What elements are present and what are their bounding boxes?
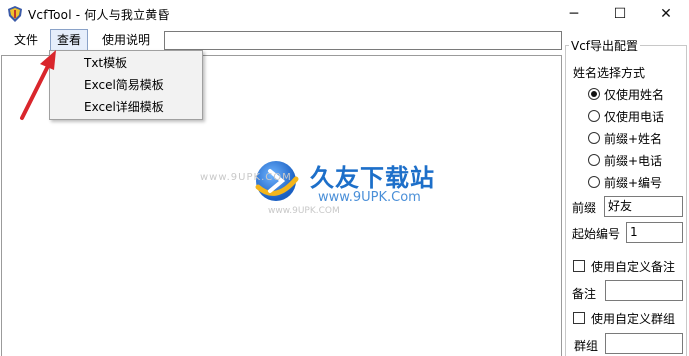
app-shield-icon xyxy=(8,6,22,22)
checkbox-icon xyxy=(573,312,585,324)
file-path-field[interactable] xyxy=(164,31,562,50)
radio-phone-only[interactable]: 仅使用电话 xyxy=(588,108,664,124)
window-title: VcfTool - 何人与我立黄昏 xyxy=(28,8,170,22)
radio-prefix-phone[interactable]: 前缀+电话 xyxy=(588,152,662,168)
menu-help[interactable]: 使用说明 xyxy=(96,30,156,50)
red-arrow-icon xyxy=(20,50,56,120)
custom-note-checkbox[interactable]: 使用自定义备注 xyxy=(573,258,675,274)
minimize-button[interactable]: ─ xyxy=(551,0,597,28)
group-label: 群组 xyxy=(574,339,599,353)
custom-group-checkbox[interactable]: 使用自定义群组 xyxy=(573,310,675,326)
radio-name-only[interactable]: 仅使用姓名 xyxy=(588,86,664,102)
radio-icon xyxy=(588,176,600,188)
start-number-label: 起始编号 xyxy=(572,227,621,241)
name-mode-label: 姓名选择方式 xyxy=(573,66,646,80)
watermark-url: www.9UPK.Com xyxy=(318,190,421,205)
minimize-icon: ─ xyxy=(569,6,579,22)
radio-selected-icon xyxy=(588,88,600,100)
watermark-url-left: www.9UPK.COM xyxy=(200,172,292,183)
radio-prefix-name[interactable]: 前缀+姓名 xyxy=(588,130,662,146)
maximize-button[interactable]: ☐ xyxy=(597,0,643,28)
note-input[interactable] xyxy=(605,280,683,301)
note-label: 备注 xyxy=(572,287,597,301)
menu-file[interactable]: 文件 xyxy=(8,30,44,50)
radio-prefix-number[interactable]: 前缀+编号 xyxy=(588,174,662,190)
title-bar: VcfTool - 何人与我立黄昏 ─ ☐ ✕ xyxy=(0,0,689,28)
menu-bar: 文件 查看 使用说明 xyxy=(0,28,563,52)
radio-icon xyxy=(588,110,600,122)
panel-title: Vcf导出配置 xyxy=(569,37,641,54)
watermark-small-text: www.9UPK.COM xyxy=(268,206,340,216)
close-button[interactable]: ✕ xyxy=(643,0,689,28)
close-icon: ✕ xyxy=(660,6,672,22)
dropdown-item-txt-template[interactable]: Txt模板 xyxy=(84,53,127,73)
checkbox-icon xyxy=(573,260,585,272)
radio-icon xyxy=(588,154,600,166)
watermark-title: 久友下载站 xyxy=(310,164,435,192)
prefix-label: 前缀 xyxy=(572,201,597,215)
dropdown-item-excel-simple-template[interactable]: Excel简易模板 xyxy=(84,75,164,95)
dropdown-item-excel-detail-template[interactable]: Excel详细模板 xyxy=(84,97,164,117)
radio-icon xyxy=(588,132,600,144)
prefix-input[interactable]: 好友 xyxy=(604,196,683,217)
group-input[interactable] xyxy=(605,333,683,354)
start-number-input[interactable]: 1 xyxy=(626,222,683,243)
maximize-icon: ☐ xyxy=(613,6,627,22)
view-dropdown-menu: Txt模板 Excel简易模板 Excel详细模板 xyxy=(49,50,203,120)
